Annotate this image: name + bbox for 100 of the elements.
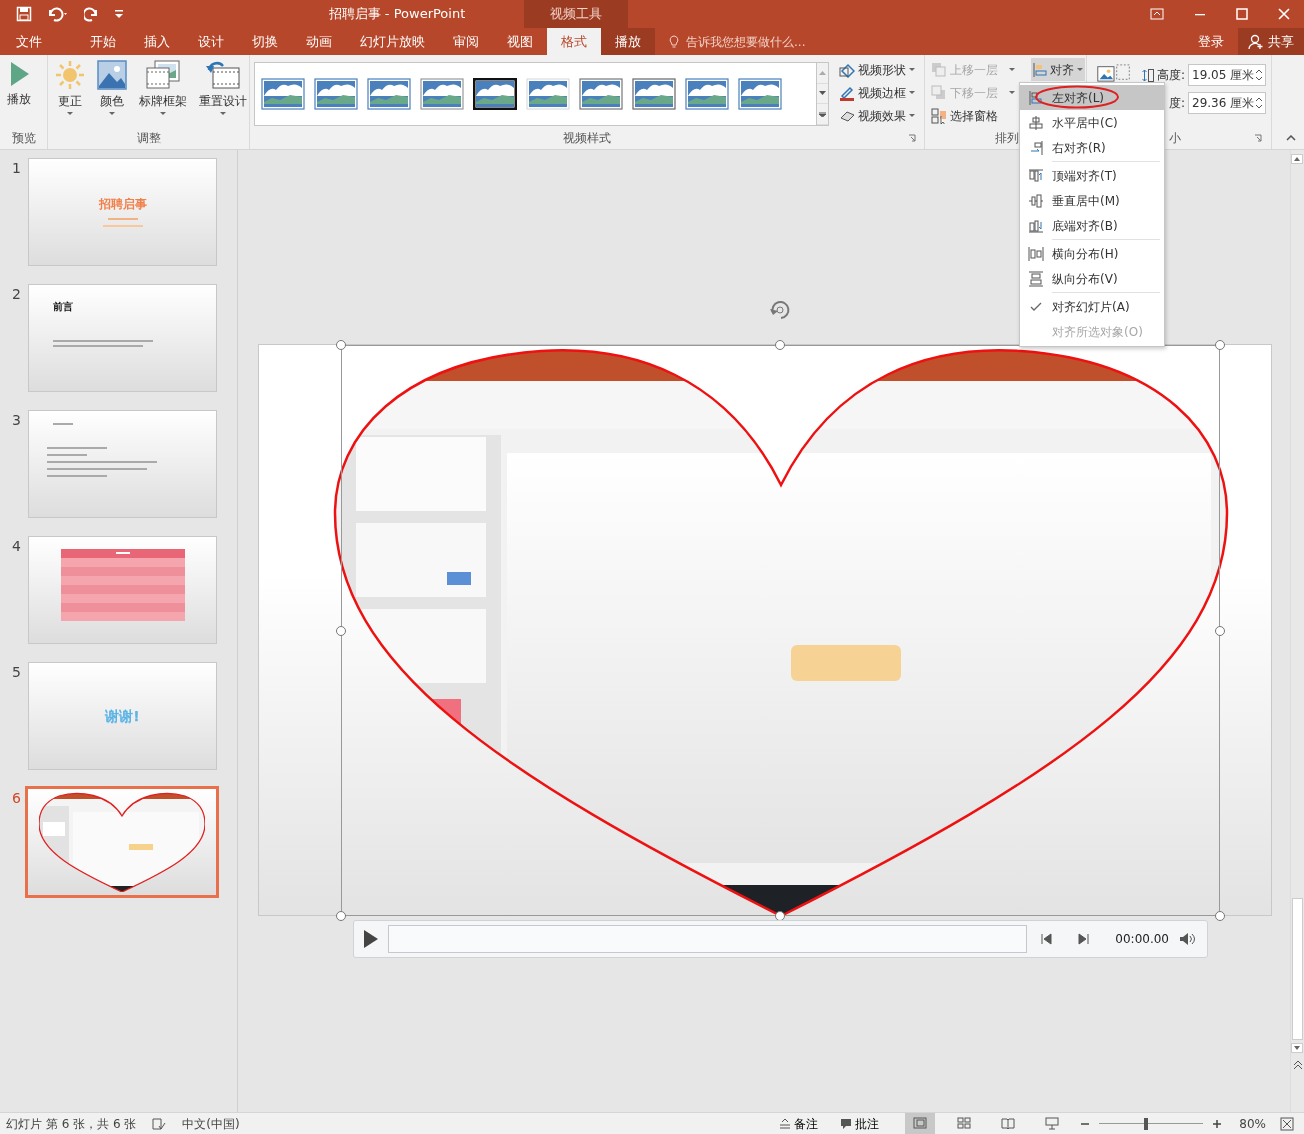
menu-item[interactable]: 纵向分布(V) [1020, 266, 1164, 291]
slide-thumbnail[interactable] [28, 410, 217, 518]
comments-button[interactable]: 批注 [840, 1114, 880, 1133]
poster-frame-button[interactable]: 标牌框架 [136, 58, 190, 129]
resize-handle[interactable] [335, 910, 347, 922]
menu-item[interactable]: 顶端对齐(T) [1020, 163, 1164, 188]
ribbon-tab[interactable]: 文件 [2, 28, 56, 55]
height-label: 高度: [1156, 67, 1185, 84]
context-tab-group: 视频工具 [524, 0, 628, 28]
slide-thumbnail[interactable] [28, 536, 217, 644]
previous-frame-icon[interactable] [1041, 933, 1054, 945]
volume-icon[interactable] [1179, 932, 1197, 946]
ribbon-tab[interactable]: 切换 [238, 28, 292, 55]
maximize-icon[interactable] [1236, 8, 1248, 20]
align-button[interactable]: 对齐 [1031, 58, 1085, 81]
play-button[interactable] [364, 929, 378, 949]
scroll-up-icon[interactable] [1291, 154, 1303, 164]
fit-slide-icon[interactable] [1280, 1116, 1294, 1131]
menu-item[interactable]: 左对齐(L) [1020, 85, 1164, 110]
video-shape-button[interactable]: 视频形状 [837, 58, 917, 81]
reset-design-button[interactable]: 重置设计 [196, 58, 250, 129]
scroll-down-icon[interactable] [1291, 1043, 1303, 1053]
menu-item[interactable]: 横向分布(H) [1020, 241, 1164, 266]
dialog-launcher-icon[interactable] [1254, 134, 1262, 142]
align-left-icon [1033, 61, 1047, 78]
ribbon-tab[interactable]: 动画 [292, 28, 346, 55]
ribbon-tab[interactable]: 播放 [601, 28, 655, 55]
normal-view-icon [913, 1117, 928, 1130]
slide-number: 2 [11, 285, 22, 304]
undo-icon[interactable] [46, 6, 70, 22]
zoom-in-icon[interactable] [1213, 1119, 1222, 1128]
video-style-option[interactable] [473, 78, 517, 110]
save-icon[interactable] [16, 6, 32, 22]
play-icon [364, 930, 378, 949]
sun-icon [55, 60, 85, 90]
resize-handle[interactable] [335, 339, 347, 351]
ribbon-tab[interactable]: 开始 [76, 28, 130, 55]
resize-handle[interactable] [1214, 339, 1226, 351]
comment-icon [840, 1117, 853, 1130]
spinner-icon[interactable] [1256, 69, 1262, 81]
playback-time: 00:00.00 [1115, 931, 1169, 948]
spelling-icon[interactable] [152, 1116, 167, 1131]
next-frame-icon[interactable] [1077, 933, 1090, 945]
align-bottom-icon [1028, 217, 1044, 234]
menu-item[interactable]: 对齐幻灯片(A) [1020, 294, 1164, 319]
close-icon[interactable] [1278, 8, 1290, 20]
dialog-launcher-icon[interactable] [908, 134, 916, 142]
ribbon-tab[interactable]: 格式 [547, 28, 601, 55]
ribbon-tab[interactable]: 视图 [493, 28, 547, 55]
resize-handle[interactable] [774, 910, 786, 922]
corrections-button[interactable]: 更正 [52, 58, 88, 129]
menu-item[interactable]: 水平居中(C) [1020, 110, 1164, 135]
ribbon-tab[interactable]: 插入 [130, 28, 184, 55]
zoom-level[interactable]: 80% [1239, 1114, 1266, 1133]
slide-number: 1 [11, 159, 22, 178]
ribbon-display-icon[interactable] [1150, 8, 1164, 20]
selection-pane-button[interactable]: 选择窗格 [929, 104, 1017, 127]
height-icon [1141, 68, 1154, 82]
reset-design-icon [205, 60, 241, 90]
share-button[interactable]: 共享 [1238, 28, 1304, 55]
distribute-horizontal-icon [1028, 245, 1044, 262]
resize-handle[interactable] [335, 625, 347, 637]
gallery-down-icon[interactable] [819, 91, 826, 96]
height-field[interactable]: 19.05 厘米 [1188, 64, 1266, 86]
group-label: 小 [1169, 130, 1181, 147]
color-button[interactable]: 颜色 [94, 58, 130, 129]
tell-me-field[interactable]: 告诉我您想要做什么... [684, 31, 854, 52]
resize-handle[interactable] [1214, 910, 1226, 922]
collapse-ribbon-icon[interactable] [1286, 135, 1296, 141]
resize-handle[interactable] [774, 339, 786, 351]
ribbon-tab[interactable]: 审阅 [439, 28, 493, 55]
align-left-icon [1028, 89, 1044, 106]
video-effects-button[interactable]: 视频效果 [837, 104, 917, 127]
notes-button[interactable]: 备注 [779, 1114, 819, 1133]
spinner-icon[interactable] [1256, 97, 1262, 109]
menu-item[interactable]: 底端对齐(B) [1020, 213, 1164, 238]
shape-icon [839, 61, 855, 78]
gallery-more-icon[interactable] [819, 111, 826, 117]
menu-item[interactable]: 右对齐(R) [1020, 135, 1164, 160]
ribbon-tab[interactable]: 幻灯片放映 [346, 28, 439, 55]
zoom-thumb[interactable] [1144, 1117, 1149, 1130]
ribbon-tab[interactable]: 设计 [184, 28, 238, 55]
play-button[interactable]: 播放 [4, 58, 34, 129]
scroll-thumb[interactable] [1292, 898, 1303, 1040]
menu-item[interactable]: 垂直居中(M) [1020, 188, 1164, 213]
sign-in-link[interactable]: 登录 [1184, 28, 1238, 55]
video-border-button[interactable]: 视频边框 [837, 81, 917, 104]
slide-counter: 幻灯片 第 6 张，共 6 张 [6, 1115, 137, 1133]
redo-icon[interactable] [84, 6, 100, 22]
align-middle-icon [1028, 192, 1044, 209]
crop-icon[interactable] [1095, 64, 1133, 82]
slideshow-icon [1045, 1117, 1060, 1130]
notes-icon [779, 1117, 792, 1130]
slide-thumbnail[interactable] [25, 786, 219, 898]
view-button[interactable] [905, 1113, 936, 1134]
slide-thumbnail[interactable]: 前言 [28, 284, 217, 392]
previous-slide-icon[interactable] [1293, 1060, 1303, 1070]
customize-icon[interactable] [114, 9, 124, 19]
resize-handle[interactable] [1214, 625, 1226, 637]
width-field[interactable]: 29.36 厘米 [1188, 92, 1266, 114]
